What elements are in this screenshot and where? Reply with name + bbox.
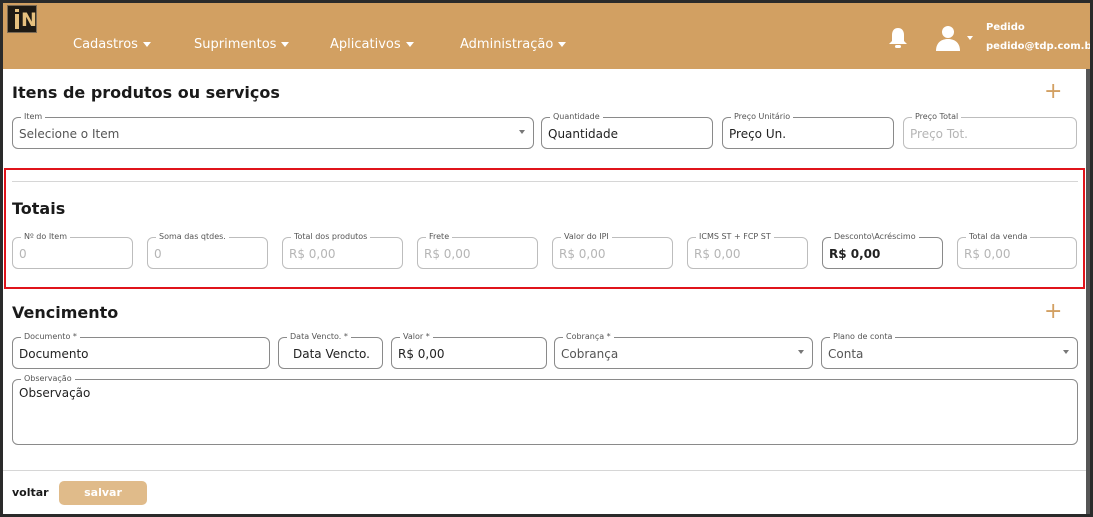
notes-label: Observação — [21, 374, 75, 384]
total-field-label: Desconto\Acréscimo — [831, 232, 919, 242]
document-label: Documento * — [21, 332, 80, 342]
quantity-input[interactable]: Quantidade Quantidade — [541, 112, 713, 149]
section-divider — [12, 181, 1078, 182]
total-field-label: Nº do Item — [21, 232, 71, 242]
app-frame: N Cadastros Suprimentos Aplicativos Admi… — [3, 3, 1090, 514]
total-price-value: Preço Tot. — [910, 127, 968, 141]
account-plan-label: Plano de conta — [830, 332, 896, 342]
chevron-down-icon — [405, 42, 414, 47]
chevron-down-icon — [1063, 350, 1069, 354]
menu-cadastros[interactable]: Cadastros — [73, 37, 151, 52]
logo-mark-dot — [15, 9, 19, 12]
back-link[interactable]: voltar — [12, 486, 49, 499]
total-field-label: Frete — [426, 232, 453, 242]
total-field-value: R$ 0,00 — [829, 247, 881, 261]
items-section-title: Itens de produtos ou serviços — [12, 83, 280, 102]
total-field-value: R$ 0,00 — [424, 247, 471, 261]
chevron-down-icon — [558, 42, 567, 47]
menu-suprimentos-label: Suprimentos — [194, 37, 277, 52]
total-field-freight: Frete R$ 0,00 — [417, 232, 538, 269]
logo-mark-bar — [15, 14, 19, 29]
total-field-value: R$ 0,00 — [964, 247, 1011, 261]
total-field-value: R$ 0,00 — [694, 247, 741, 261]
total-field-sale-total: Total da venda R$ 0,00 — [957, 232, 1077, 269]
total-field-value: R$ 0,00 — [559, 247, 606, 261]
top-navbar: N Cadastros Suprimentos Aplicativos Admi… — [3, 3, 1090, 69]
amount-input[interactable]: Valor * R$ 0,00 — [391, 332, 547, 369]
chevron-down-icon — [281, 42, 290, 47]
total-price-input: Preço Total Preço Tot. — [903, 112, 1077, 149]
notes-textarea[interactable]: Observação Observação — [12, 374, 1078, 445]
user-email: pedido@tdp.com.br — [986, 41, 1090, 52]
logo-mark-letter: N — [21, 9, 37, 31]
item-select[interactable]: Item Selecione o Item — [12, 112, 534, 149]
chevron-down-icon — [519, 130, 525, 134]
total-field-value: 0 — [19, 247, 27, 261]
due-date-input[interactable]: Data Vencto. * Data Vencto. — [278, 332, 383, 369]
total-field-label: Total da venda — [966, 232, 1031, 242]
amount-label: Valor * — [400, 332, 433, 342]
total-field-label: Soma das qtdes. — [156, 232, 229, 242]
notes-value: Observação — [19, 386, 91, 400]
scrollbar[interactable] — [1086, 69, 1090, 514]
total-field-products: Total dos produtos R$ 0,00 — [282, 232, 403, 269]
total-field-icms-st: ICMS ST + FCP ST R$ 0,00 — [687, 232, 808, 269]
billing-label: Cobrança * — [563, 332, 614, 342]
bell-icon[interactable] — [888, 27, 908, 49]
total-field-label: Valor do IPI — [561, 232, 612, 242]
save-button[interactable]: salvar — [59, 481, 147, 505]
total-field-value: R$ 0,00 — [289, 247, 336, 261]
billing-value: Cobrança — [561, 347, 619, 361]
chevron-down-icon — [798, 350, 804, 354]
discount-surcharge-input[interactable]: Desconto\Acréscimo R$ 0,00 — [822, 232, 943, 269]
billing-select[interactable]: Cobrança * Cobrança — [554, 332, 813, 369]
app-logo[interactable]: N — [7, 5, 37, 33]
plus-icon[interactable]: + — [1044, 301, 1062, 323]
due-date-label: Data Vencto. * — [287, 332, 351, 342]
quantity-value: Quantidade — [548, 127, 619, 141]
user-icon[interactable] — [934, 25, 974, 51]
user-name: Pedido — [986, 22, 1025, 33]
total-field-qty-sum: Soma das qtdes. 0 — [147, 232, 268, 269]
menu-cadastros-label: Cadastros — [73, 37, 138, 52]
unit-price-input[interactable]: Preço Unitário Preço Un. — [722, 112, 894, 149]
total-field-item-count: Nº do Item 0 — [12, 232, 133, 269]
menu-suprimentos[interactable]: Suprimentos — [194, 37, 290, 52]
amount-value: R$ 0,00 — [398, 347, 445, 361]
menu-administracao-label: Administração — [460, 37, 554, 52]
menu-aplicativos[interactable]: Aplicativos — [330, 37, 414, 52]
chevron-down-icon — [142, 42, 151, 47]
quantity-label: Quantidade — [550, 112, 603, 122]
account-plan-value: Conta — [828, 347, 864, 361]
menu-aplicativos-label: Aplicativos — [330, 37, 401, 52]
total-field-label: ICMS ST + FCP ST — [696, 232, 774, 242]
total-field-label: Total dos produtos — [291, 232, 371, 242]
totals-section-title: Totais — [12, 199, 66, 218]
due-date-value: Data Vencto. — [293, 347, 370, 361]
totals-highlight-box — [4, 168, 1085, 289]
unit-price-label: Preço Unitário — [731, 112, 794, 122]
item-select-value: Selecione o Item — [19, 127, 120, 141]
document-input[interactable]: Documento * Documento — [12, 332, 270, 369]
account-plan-select[interactable]: Plano de conta Conta — [821, 332, 1078, 369]
footer-divider — [3, 470, 1086, 471]
menu-administracao[interactable]: Administração — [460, 37, 567, 52]
due-section-title: Vencimento — [12, 303, 119, 322]
document-value: Documento — [19, 347, 89, 361]
item-select-label: Item — [21, 112, 46, 122]
total-field-value: 0 — [154, 247, 162, 261]
total-field-ipi: Valor do IPI R$ 0,00 — [552, 232, 673, 269]
total-price-label: Preço Total — [912, 112, 962, 122]
unit-price-value: Preço Un. — [729, 127, 787, 141]
plus-icon[interactable]: + — [1044, 81, 1062, 103]
